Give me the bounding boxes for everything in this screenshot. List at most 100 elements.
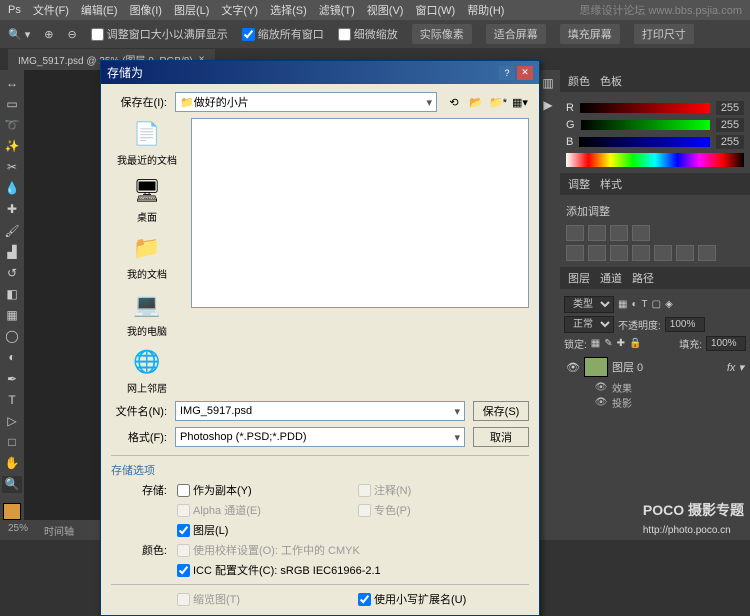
fx-badge[interactable]: fx ▾ — [727, 361, 744, 374]
filter-shape-icon[interactable]: ▢ — [652, 299, 661, 310]
btn-fill-screen[interactable]: 填充屏幕 — [560, 24, 620, 44]
cancel-button[interactable]: 取消 — [473, 427, 529, 447]
path-tool[interactable]: ▷ — [2, 412, 22, 429]
layer-fx-row[interactable]: 👁投影 — [564, 395, 746, 410]
adj-hue-icon[interactable] — [588, 245, 606, 261]
tab-adjustments[interactable]: 调整 — [568, 176, 590, 192]
ck-layers[interactable]: 图层(L) — [177, 522, 348, 538]
ck-icc[interactable]: ICC 配置文件(C): sRGB IEC61966-2.1 — [177, 562, 529, 578]
dialog-titlebar[interactable]: 存储为 ? ✕ — [101, 61, 539, 84]
layer-row[interactable]: 👁 图层 0 fx ▾ — [564, 354, 746, 380]
btn-fit-screen[interactable]: 适合屏幕 — [486, 24, 546, 44]
eyedropper-tool[interactable]: 💧 — [2, 180, 22, 197]
adj-bw-icon[interactable] — [632, 245, 650, 261]
btn-print-size[interactable]: 打印尺寸 — [634, 24, 694, 44]
filter-pixel-icon[interactable]: ▦ — [618, 299, 627, 310]
tab-channels[interactable]: 通道 — [600, 270, 622, 286]
zoom-in-icon[interactable]: ⊕ — [44, 28, 53, 41]
zoom-level[interactable]: 25% — [8, 523, 28, 537]
menu-filter[interactable]: 滤镜(T) — [319, 2, 355, 18]
r-slider[interactable] — [580, 103, 710, 113]
adj-balance-icon[interactable] — [610, 245, 628, 261]
lock-position-icon[interactable]: ✚ — [617, 338, 625, 349]
type-tool[interactable]: T — [2, 391, 22, 408]
adj-curves-icon[interactable] — [610, 225, 628, 241]
menu-file[interactable]: 文件(F) — [33, 2, 69, 18]
play-icon[interactable]: ▶ — [538, 96, 558, 114]
lock-paint-icon[interactable]: ✎ — [604, 338, 612, 349]
menu-edit[interactable]: 编辑(E) — [81, 2, 118, 18]
menu-type[interactable]: 文字(Y) — [221, 2, 258, 18]
menu-window[interactable]: 窗口(W) — [415, 2, 455, 18]
menu-help[interactable]: 帮助(H) — [467, 2, 504, 18]
btn-actual-pixels[interactable]: 实际像素 — [412, 24, 472, 44]
filter-smart-icon[interactable]: ◈ — [665, 299, 673, 310]
close-button[interactable]: ✕ — [517, 66, 533, 80]
lasso-tool[interactable]: ➰ — [2, 116, 22, 133]
gradient-tool[interactable]: ▦ — [2, 307, 22, 324]
tab-color[interactable]: 颜色 — [568, 73, 590, 89]
adj-mixer-icon[interactable] — [676, 245, 694, 261]
place-network[interactable]: 🌐网上邻居 — [111, 346, 183, 395]
filter-type-icon[interactable]: T — [642, 299, 648, 310]
opt-scrubby[interactable]: 细微缩放 — [338, 26, 398, 42]
menu-image[interactable]: 图像(I) — [130, 2, 162, 18]
place-recent[interactable]: 📄我最近的文档 — [111, 118, 183, 167]
filename-input[interactable]: IMG_5917.psd▾ — [175, 401, 465, 421]
history-icon[interactable]: ▥ — [538, 74, 558, 92]
shape-tool[interactable]: □ — [2, 433, 22, 450]
format-select[interactable]: Photoshop (*.PSD;*.PDD)▾ — [175, 427, 465, 447]
adj-lookup-icon[interactable] — [698, 245, 716, 261]
crop-tool[interactable]: ✂ — [2, 159, 22, 176]
b-slider[interactable] — [579, 137, 710, 147]
g-slider[interactable] — [581, 120, 710, 130]
adj-photo-filter-icon[interactable] — [654, 245, 672, 261]
back-icon[interactable]: ⟲ — [445, 93, 463, 111]
adj-levels-icon[interactable] — [588, 225, 606, 241]
place-documents[interactable]: 📁我的文档 — [111, 232, 183, 281]
marquee-tool[interactable]: ▭ — [2, 95, 22, 112]
pen-tool[interactable]: ✒ — [2, 370, 22, 387]
zoom-tool[interactable]: 🔍 — [2, 476, 22, 493]
b-value[interactable]: 255 — [716, 135, 744, 149]
wand-tool[interactable]: ✨ — [2, 137, 22, 154]
tab-swatches[interactable]: 色板 — [600, 73, 622, 89]
ck-as-copy[interactable]: 作为副本(Y) — [177, 482, 348, 498]
visibility-icon[interactable]: 👁 — [566, 361, 580, 374]
spectrum-bar[interactable] — [566, 153, 744, 167]
menu-view[interactable]: 视图(V) — [367, 2, 404, 18]
tab-paths[interactable]: 路径 — [632, 270, 654, 286]
foreground-color-swatch[interactable] — [3, 503, 21, 520]
lock-all-icon[interactable]: 🔒 — [629, 338, 641, 349]
layer-filter-kind[interactable]: 类型 — [564, 296, 614, 313]
filter-adjust-icon[interactable]: ◐ — [631, 299, 637, 310]
brush-tool[interactable]: 🖌 — [2, 222, 22, 239]
file-list[interactable] — [191, 118, 529, 308]
adj-vibrance-icon[interactable] — [566, 245, 584, 261]
lock-transparent-icon[interactable]: ▦ — [591, 338, 600, 349]
opacity-input[interactable] — [665, 317, 705, 332]
new-folder-icon[interactable]: 📁* — [489, 93, 507, 111]
history-brush-tool[interactable]: ↺ — [2, 264, 22, 281]
blend-mode-select[interactable]: 正常 — [564, 316, 614, 333]
save-in-combo[interactable]: 📁 做好的小片 ▾ — [175, 92, 437, 112]
adj-exposure-icon[interactable] — [632, 225, 650, 241]
place-computer[interactable]: 💻我的电脑 — [111, 289, 183, 338]
dodge-tool[interactable]: ◐ — [2, 349, 22, 366]
help-button[interactable]: ? — [499, 66, 515, 80]
view-menu-icon[interactable]: ▦▾ — [511, 93, 529, 111]
ck-lowercase[interactable]: 使用小写扩展名(U) — [358, 591, 529, 607]
stamp-tool[interactable]: ▟ — [2, 243, 22, 260]
menu-layer[interactable]: 图层(L) — [174, 2, 209, 18]
opt-zoom-all[interactable]: 缩放所有窗口 — [242, 26, 324, 42]
menu-select[interactable]: 选择(S) — [270, 2, 307, 18]
r-value[interactable]: 255 — [716, 101, 744, 115]
heal-tool[interactable]: ✚ — [2, 201, 22, 218]
save-button[interactable]: 保存(S) — [473, 401, 529, 421]
hand-tool[interactable]: ✋ — [2, 455, 22, 472]
opt-resize-window[interactable]: 调整窗口大小以满屏显示 — [91, 26, 228, 42]
move-tool[interactable]: ↔ — [2, 74, 22, 91]
g-value[interactable]: 255 — [716, 118, 744, 132]
layer-fx-row[interactable]: 👁效果 — [564, 380, 746, 395]
zoom-out-icon[interactable]: ⊖ — [68, 28, 77, 41]
